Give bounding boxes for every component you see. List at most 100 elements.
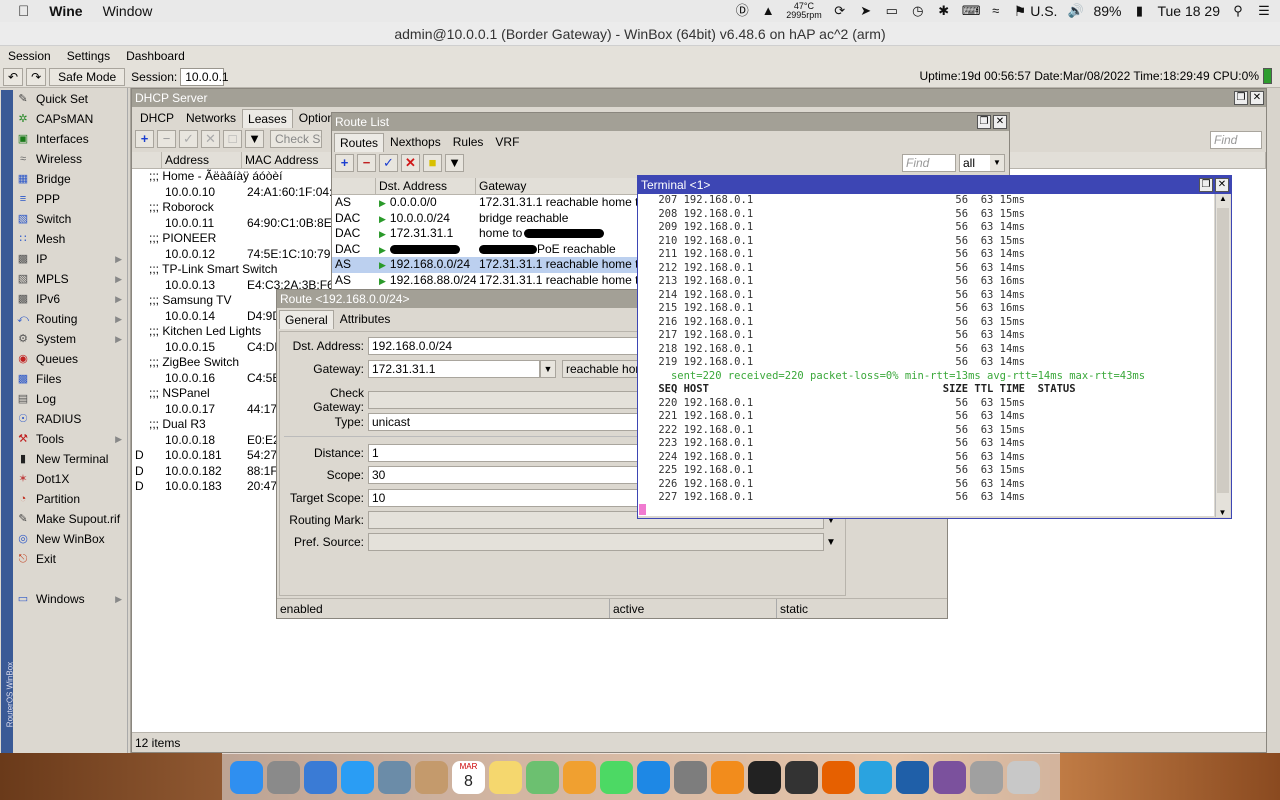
gateway-dropdown-icon[interactable]: ▼ (540, 360, 556, 378)
location-icon[interactable]: ➤ (858, 4, 874, 18)
add-icon[interactable]: + (335, 154, 354, 172)
col-flag[interactable] (332, 178, 376, 194)
tab-general[interactable]: General (279, 310, 334, 329)
battery-percent[interactable]: 89% (1093, 3, 1121, 19)
contacts-icon[interactable] (415, 760, 448, 794)
tab-networks[interactable]: Networks (180, 108, 242, 128)
enable-icon[interactable]: ✓ (379, 154, 398, 172)
apple-icon[interactable]:  (0, 3, 39, 20)
close-icon[interactable]: ✕ (993, 115, 1007, 129)
dhcp-find-input[interactable]: Find (1210, 131, 1262, 149)
sidebar-item-new-terminal[interactable]: ▮ New Terminal (14, 449, 126, 469)
sidebar-item-system[interactable]: ⚙ System ▶ (14, 329, 126, 349)
preview2-icon[interactable] (970, 760, 1003, 794)
wifi-icon[interactable]: ≈ (988, 4, 1004, 18)
restore-icon[interactable]: ❐ (1234, 91, 1248, 105)
winbox-dock-icon[interactable] (896, 760, 929, 794)
pref-source-input[interactable] (368, 533, 824, 551)
terminal-title[interactable]: Terminal <1> (638, 176, 1231, 194)
filter-icon[interactable]: ▼ (445, 154, 464, 172)
menu-settings[interactable]: Settings (59, 49, 118, 63)
route-find-input[interactable]: Find (902, 154, 956, 172)
comment-icon[interactable]: ■ (423, 154, 442, 172)
input-source[interactable]: ⚑ U.S. (1014, 3, 1058, 20)
disable-icon[interactable]: ✕ (401, 154, 420, 172)
sidebar-item-tools[interactable]: ⚒ Tools ▶ (14, 429, 126, 449)
menu-dashboard[interactable]: Dashboard (118, 49, 193, 63)
safari-icon[interactable] (341, 760, 374, 794)
route-list-title[interactable]: Route List (332, 113, 1009, 131)
close-icon[interactable]: ✕ (1250, 91, 1264, 105)
sidebar-item-interfaces[interactable]: ▣ Interfaces (14, 129, 126, 149)
tab-vrf[interactable]: VRF (489, 132, 525, 152)
sidebar-item-wireless[interactable]: ≈ Wireless (14, 149, 126, 169)
bluetooth-icon[interactable]: ✱ (936, 4, 952, 18)
spotlight-icon[interactable]: ⚲ (1230, 4, 1246, 18)
menu-window[interactable]: Window (93, 3, 163, 19)
sidebar-item-queues[interactable]: ◉ Queues (14, 349, 126, 369)
tab-dhcp[interactable]: DHCP (134, 108, 180, 128)
sidebar-item-exit[interactable]: ⎋ Exit (14, 549, 126, 569)
sidebar-item-windows[interactable]: ▭ Windows ▶ (14, 589, 126, 609)
sidebar-item-mpls[interactable]: ▧ MPLS ▶ (14, 269, 126, 289)
sidebar-item-radius[interactable]: ☉ RADIUS (14, 409, 126, 429)
finder-icon[interactable] (230, 760, 263, 794)
tab-rules[interactable]: Rules (447, 132, 490, 152)
sidebar-item-new-winbox[interactable]: ◎ New WinBox (14, 529, 126, 549)
menubar-clock[interactable]: Tue 18 29 (1157, 3, 1220, 19)
sidebar-item-ip[interactable]: ▩ IP ▶ (14, 249, 126, 269)
restore-icon[interactable]: ❐ (977, 115, 991, 129)
vlc-icon[interactable] (711, 760, 744, 794)
enable-icon[interactable]: ✓ (179, 130, 198, 148)
airplay-icon[interactable]: ▭ (884, 4, 900, 18)
terminal-app-icon[interactable] (748, 760, 781, 794)
dhcp-title[interactable]: DHCP Server (132, 89, 1266, 107)
terminal-scrollbar[interactable]: ▲ ▼ (1215, 194, 1230, 517)
activity-monitor-icon[interactable] (785, 760, 818, 794)
telegram-icon[interactable] (859, 760, 892, 794)
col-dst[interactable]: Dst. Address (376, 178, 476, 194)
trash-icon[interactable] (1007, 760, 1040, 794)
drive-icon[interactable]: ▲ (760, 4, 776, 18)
tab-attributes[interactable]: Attributes (334, 309, 397, 329)
col-address[interactable]: Address (162, 152, 242, 168)
viber-icon[interactable] (933, 760, 966, 794)
sidebar-item-capsman[interactable]: ✲ CAPsMAN (14, 109, 126, 129)
temperature-readout[interactable]: 47°C 2995rpm (786, 2, 822, 20)
sidebar-item-bridge[interactable]: ▦ Bridge (14, 169, 126, 189)
sidebar-item-dot1x[interactable]: ✶ Dot1X (14, 469, 126, 489)
close-icon[interactable]: ✕ (1215, 178, 1229, 192)
photos-icon[interactable] (563, 760, 596, 794)
sidebar-item-partition[interactable]: ◔ Partition (14, 489, 126, 509)
calendar-icon[interactable]: MAR 8 (452, 760, 485, 794)
sidebar-item-make-supout-rif[interactable]: ✎ Make Supout.rif (14, 509, 126, 529)
remove-icon[interactable]: − (357, 154, 376, 172)
maps-icon[interactable] (526, 760, 559, 794)
filter-icon[interactable]: ▼ (245, 130, 264, 148)
undo-icon[interactable]: ↶ (3, 67, 24, 86)
sidebar-item-log[interactable]: ▤ Log (14, 389, 126, 409)
appstore-icon[interactable] (637, 760, 670, 794)
launchpad-icon[interactable] (267, 760, 300, 794)
menu-session[interactable]: Session (0, 49, 59, 63)
tab-nexthops[interactable]: Nexthops (384, 132, 447, 152)
chevron-down-icon[interactable]: ▼ (826, 537, 836, 548)
sidebar-item-switch[interactable]: ▧ Switch (14, 209, 126, 229)
col-flag[interactable] (132, 152, 162, 168)
sync-icon[interactable]: ⟳ (832, 4, 848, 18)
sidebar-item-quick-set[interactable]: ✎ Quick Set (14, 89, 126, 109)
disable-icon[interactable]: ✕ (201, 130, 220, 148)
time-machine-icon[interactable]: ◷ (910, 4, 926, 18)
sidebar-item-mesh[interactable]: ∷ Mesh (14, 229, 126, 249)
notes-icon[interactable] (489, 760, 522, 794)
wine-icon[interactable] (304, 760, 337, 794)
volume-icon[interactable]: 🔊 (1067, 4, 1083, 18)
add-icon[interactable]: + (135, 130, 154, 148)
gateway-input[interactable]: 172.31.31.1 (368, 360, 540, 378)
tab-leases[interactable]: Leases (242, 109, 293, 128)
route-filter-select[interactable]: all ▼ (959, 154, 1005, 172)
session-field[interactable]: 10.0.0.1 (180, 67, 229, 86)
firefox-icon[interactable] (822, 760, 855, 794)
redo-icon[interactable]: ↷ (26, 67, 47, 86)
sidebar-item-routing[interactable]: ⤺ Routing ▶ (14, 309, 126, 329)
